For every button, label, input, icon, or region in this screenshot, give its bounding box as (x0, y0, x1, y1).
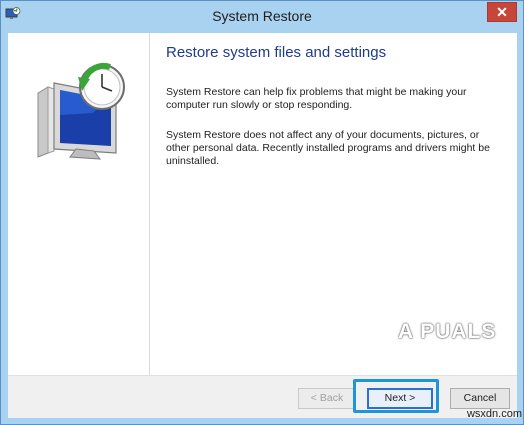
intro-paragraph: System Restore can help fix problems tha… (166, 86, 467, 111)
close-button[interactable]: ✕ (487, 2, 517, 22)
sidebar-panel (8, 33, 149, 375)
system-restore-window: System Restore ✕ Restore system files an… (0, 0, 524, 425)
dialog-client-area: Restore system files and settings System… (8, 33, 517, 418)
page-heading: Restore system files and settings (166, 44, 387, 61)
next-button[interactable]: Next > (367, 388, 433, 409)
info-paragraph: System Restore does not affect any of yo… (166, 129, 490, 167)
monitor-clock-restore-icon (37, 63, 125, 160)
watermark-text: A PUALS (398, 320, 497, 343)
back-button[interactable]: < Back (298, 388, 356, 409)
appuals-watermark: A PUALS (398, 314, 518, 354)
window-title: System Restore (212, 8, 312, 24)
title-bar[interactable]: System Restore ✕ (1, 1, 523, 33)
close-icon: ✕ (496, 4, 508, 20)
cancel-button[interactable]: Cancel (450, 388, 510, 409)
button-bar: < Back Next > Cancel (8, 375, 517, 418)
site-credit: wsxdn.com (466, 408, 522, 420)
